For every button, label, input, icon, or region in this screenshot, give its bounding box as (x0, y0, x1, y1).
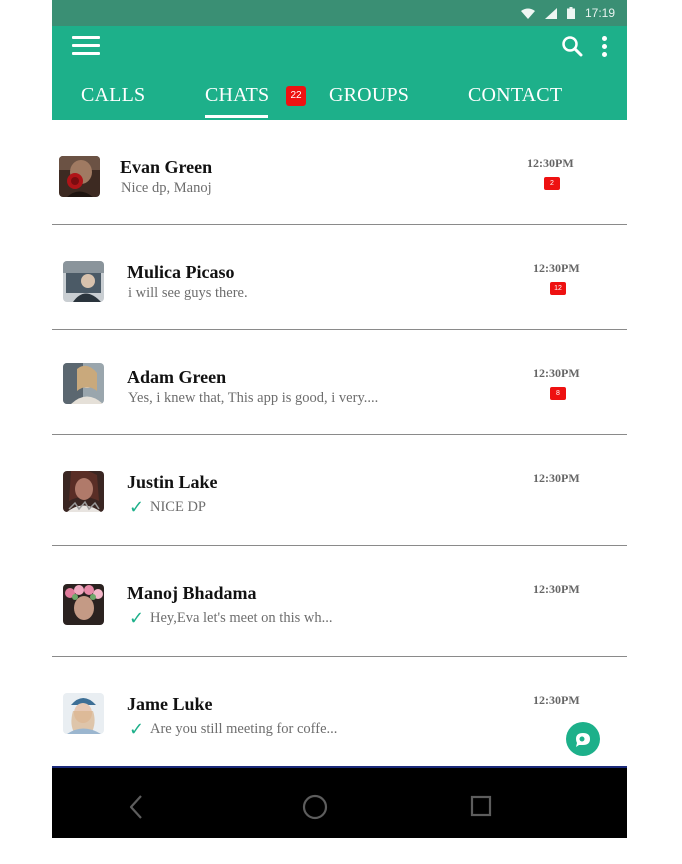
avatar (63, 471, 104, 512)
contact-name: Manoj Bhadama (127, 583, 257, 603)
status-time: 17:19 (584, 6, 615, 20)
menu-icon[interactable] (72, 36, 100, 56)
wifi-icon (520, 8, 535, 19)
battery-icon (566, 7, 575, 19)
tab-calls[interactable]: CALLS (81, 84, 145, 107)
chat-list-item[interactable]: Mulica Picaso i will see guys there. 12:… (52, 225, 627, 330)
system-nav-bar (52, 766, 627, 838)
read-check-icon: ✓ (129, 608, 145, 629)
selected-tab-indicator (205, 115, 268, 118)
avatar (59, 156, 100, 197)
last-message: Hey,Eva let's meet on this wh... (150, 610, 333, 626)
chats-count-badge: 22 (286, 86, 306, 106)
chat-list-item[interactable]: Adam Green Yes, i knew that, This app is… (52, 330, 627, 435)
contact-name: Jame Luke (127, 694, 213, 714)
message-time: 12:30PM (533, 471, 580, 485)
chat-list-item[interactable]: Evan Green Nice dp, Manoj 12:30PM 2 (52, 120, 627, 225)
last-message: i will see guys there. (128, 285, 248, 301)
message-time: 12:30PM (533, 693, 580, 707)
contact-name: Mulica Picaso (127, 262, 235, 282)
contact-name: Evan Green (120, 157, 213, 177)
status-bar: 17:19 (52, 0, 627, 26)
back-icon[interactable] (128, 794, 144, 820)
read-check-icon: ✓ (129, 497, 145, 518)
recents-icon[interactable] (470, 795, 492, 817)
chat-list-item[interactable]: Manoj Bhadama ✓ Hey,Eva let's meet on th… (52, 546, 627, 657)
read-check-icon: ✓ (129, 719, 145, 740)
last-message: Yes, i knew that, This app is good, i ve… (128, 390, 379, 406)
tab-contact[interactable]: CONTACT (468, 84, 562, 107)
last-message: Are you still meeting for coffe... (150, 721, 338, 737)
message-time: 12:30PM (527, 156, 574, 170)
contact-name: Adam Green (127, 367, 227, 387)
avatar (63, 693, 104, 734)
phone-screen: 17:19 CALLS CHATS 22 GROUPS CONTACT Evan… (52, 0, 627, 838)
tab-chats[interactable]: CHATS (205, 84, 269, 107)
app-bar: CALLS CHATS 22 GROUPS CONTACT (52, 26, 627, 120)
message-time: 12:30PM (533, 261, 580, 275)
chat-list-item[interactable]: Justin Lake ✓ NICE DP 12:30PM (52, 435, 627, 546)
unread-badge: 2 (544, 177, 560, 190)
tab-groups[interactable]: GROUPS (329, 84, 409, 107)
avatar (63, 261, 104, 302)
contact-name: Justin Lake (127, 472, 218, 492)
signal-icon (544, 7, 557, 19)
unread-badge: 8 (550, 387, 566, 400)
unread-badge: 12 (550, 282, 566, 295)
avatar (63, 363, 104, 404)
new-chat-icon (576, 733, 590, 747)
status-icons: 17:19 (520, 5, 615, 21)
last-message: Nice dp, Manoj (121, 180, 212, 196)
more-vert-icon[interactable] (600, 34, 610, 58)
new-chat-button[interactable] (566, 722, 600, 756)
home-icon[interactable] (302, 794, 328, 820)
avatar (63, 584, 104, 625)
message-time: 12:30PM (533, 582, 580, 596)
chat-list-item[interactable]: Jame Luke ✓ Are you still meeting for co… (52, 657, 627, 768)
search-icon[interactable] (561, 35, 583, 57)
message-time: 12:30PM (533, 366, 580, 380)
last-message: NICE DP (150, 499, 206, 515)
